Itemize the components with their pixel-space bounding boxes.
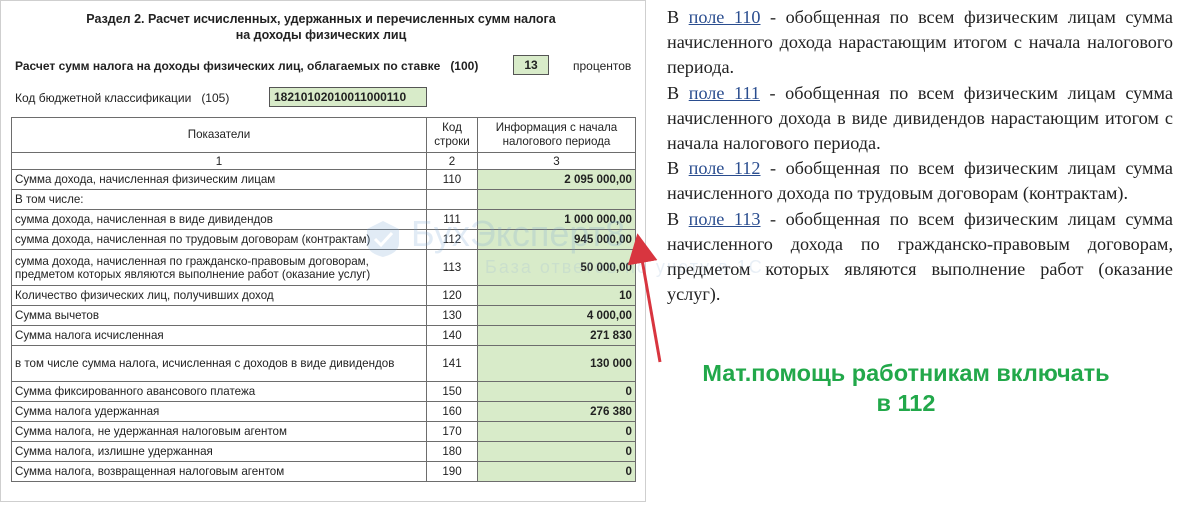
- table-row: в том числе сумма налога, исчисленная с …: [11, 345, 636, 382]
- header-indicators: Показатели: [11, 117, 427, 153]
- row-value[interactable]: 271 830: [477, 325, 636, 346]
- row-value[interactable]: 130 000: [477, 345, 636, 382]
- row-value[interactable]: 276 380: [477, 401, 636, 422]
- row-code: 120: [426, 285, 478, 306]
- note-line2: в 112: [876, 390, 936, 416]
- table-row: Сумма дохода, начисленная физическим лиц…: [11, 169, 636, 190]
- row-label: сумма дохода, начисленная по трудовым до…: [11, 229, 427, 250]
- row-value[interactable]: 0: [477, 381, 636, 402]
- field-111-link[interactable]: поле 111: [689, 83, 760, 103]
- kbk-field[interactable]: 18210102010011000110: [269, 87, 427, 107]
- indicators-table: Показатели Код строки Информация с начал…: [11, 117, 636, 482]
- row-label: сумма дохода, начисленная по гражданско-…: [11, 249, 427, 286]
- row-value: [477, 189, 636, 210]
- row-code: 111: [426, 209, 478, 230]
- row-value[interactable]: 0: [477, 421, 636, 442]
- row-label: В том числе:: [11, 189, 427, 210]
- row-label: Сумма налога, излишне удержанная: [11, 441, 427, 462]
- header-period-info: Информация с начала налогового периода: [477, 117, 636, 153]
- explanation-111: В поле 111 - обобщенная по всем физическ…: [667, 81, 1173, 157]
- row-value[interactable]: 50 000,00: [477, 249, 636, 286]
- explanation-prefix: В: [667, 82, 689, 103]
- row-value[interactable]: 10: [477, 285, 636, 306]
- column-number: 2: [426, 152, 478, 170]
- explanations: В поле 110 - обобщенная по всем физическ…: [667, 5, 1173, 307]
- table-row: Сумма налога, излишне удержанная 180 0: [11, 441, 636, 462]
- explanation-prefix: В: [667, 158, 689, 179]
- rate-code: (100): [450, 59, 479, 73]
- row-code: 113: [426, 249, 478, 286]
- row-label: Сумма дохода, начисленная физическим лиц…: [11, 169, 427, 190]
- kbk-code: (105): [201, 91, 230, 105]
- kbk-label-row: Код бюджетной классификации (105): [15, 91, 229, 105]
- section-title: Раздел 2. Расчет исчисленных, удержанных…: [41, 11, 601, 43]
- table-row: Сумма налога, возвращенная налоговым аге…: [11, 461, 636, 482]
- table-row: сумма дохода, начисленная по гражданско-…: [11, 249, 636, 286]
- row-label: Сумма фиксированного авансового платежа: [11, 381, 427, 402]
- row-label: Количество физических лиц, получивших до…: [11, 285, 427, 306]
- row-code: 150: [426, 381, 478, 402]
- row-label: сумма дохода, начисленная в виде дивиден…: [11, 209, 427, 230]
- column-number: 1: [11, 152, 427, 170]
- table-row: Сумма вычетов 130 4 000,00: [11, 305, 636, 326]
- table-row: Количество физических лиц, получивших до…: [11, 285, 636, 306]
- row-label: Сумма налога, не удержанная налоговым аг…: [11, 421, 427, 442]
- row-label: Сумма налога, возвращенная налоговым аге…: [11, 461, 427, 482]
- row-code: 130: [426, 305, 478, 326]
- form-panel: Раздел 2. Расчет исчисленных, удержанных…: [0, 0, 762, 502]
- row-value[interactable]: 0: [477, 461, 636, 482]
- row-label: Сумма вычетов: [11, 305, 427, 326]
- row-code: 141: [426, 345, 478, 382]
- explanation-112: В поле 112 - обобщенная по всем физическ…: [667, 156, 1173, 206]
- field-110-link[interactable]: поле 110: [689, 7, 761, 27]
- explanation-110: В поле 110 - обобщенная по всем физическ…: [667, 5, 1173, 81]
- row-value[interactable]: 945 000,00: [477, 229, 636, 250]
- row-code: 112: [426, 229, 478, 250]
- note-line1: Мат.помощь работникам включать: [702, 360, 1110, 386]
- row-value[interactable]: 2 095 000,00: [477, 169, 636, 190]
- table-row: Сумма налога, не удержанная налоговым аг…: [11, 421, 636, 442]
- table-row: сумма дохода, начисленная в виде дивиден…: [11, 209, 636, 230]
- column-number: 3: [477, 152, 636, 170]
- table-row: Сумма налога исчисленная 140 271 830: [11, 325, 636, 346]
- field-112-link[interactable]: поле 112: [689, 158, 761, 178]
- explanation-prefix: В: [667, 208, 689, 229]
- rate-label-row: Расчет сумм налога на доходы физических …: [15, 59, 478, 73]
- row-code: [426, 189, 478, 210]
- table-row: Сумма фиксированного авансового платежа …: [11, 381, 636, 402]
- explanation-113: В поле 113 - обобщенная по всем физическ…: [667, 207, 1173, 308]
- row-value[interactable]: 1 000 000,00: [477, 209, 636, 230]
- explanation-prefix: В: [667, 7, 689, 27]
- row-code: 190: [426, 461, 478, 482]
- rate-unit: процентов: [573, 59, 632, 73]
- row-label: Сумма налога удержанная: [11, 401, 427, 422]
- section-title-line1: Раздел 2. Расчет исчисленных, удержанных…: [86, 12, 556, 26]
- table-row: В том числе:: [11, 189, 636, 210]
- row-code: 110: [426, 169, 478, 190]
- row-code: 170: [426, 421, 478, 442]
- row-label: в том числе сумма налога, исчисленная с …: [11, 345, 427, 382]
- kbk-label: Код бюджетной классификации: [15, 91, 192, 105]
- row-value[interactable]: 4 000,00: [477, 305, 636, 326]
- field-113-link[interactable]: поле 113: [689, 209, 761, 229]
- row-code: 180: [426, 441, 478, 462]
- row-code: 140: [426, 325, 478, 346]
- section-title-line2: на доходы физических лиц: [235, 28, 407, 42]
- table-row: сумма дохода, начисленная по трудовым до…: [11, 229, 636, 250]
- row-code: 160: [426, 401, 478, 422]
- rate-field[interactable]: 13: [513, 55, 549, 75]
- row-label: Сумма налога исчисленная: [11, 325, 427, 346]
- header-line-code: Код строки: [426, 117, 478, 153]
- row-value[interactable]: 0: [477, 441, 636, 462]
- table-row: Сумма налога удержанная 160 276 380: [11, 401, 636, 422]
- table-header-row: Показатели Код строки Информация с начал…: [11, 117, 636, 153]
- material-aid-note: Мат.помощь работникам включать в 112: [668, 358, 1144, 418]
- column-number-row: 1 2 3: [11, 152, 636, 170]
- rate-label: Расчет сумм налога на доходы физических …: [15, 59, 441, 73]
